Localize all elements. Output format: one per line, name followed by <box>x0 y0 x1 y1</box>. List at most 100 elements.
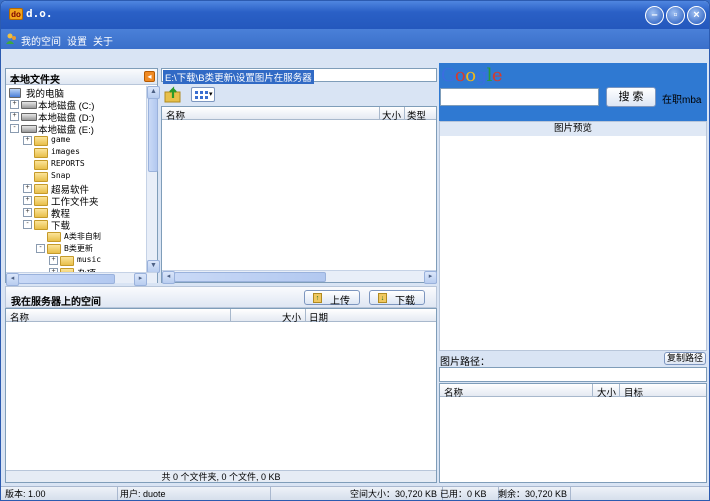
status-bar: 版本: 1.00 用户: duote 空间大小：30,720 KB 已用：0 K… <box>1 486 709 500</box>
folder-icon <box>34 148 48 158</box>
collapse-icon[interactable]: - <box>10 124 19 133</box>
tree-hscrollbar[interactable]: ◂ ▸ <box>6 272 157 286</box>
up-folder-icon[interactable] <box>164 86 184 104</box>
view-dropdown-icon[interactable]: ▾ <box>209 90 213 98</box>
tree-hscroll-thumb[interactable] <box>18 274 115 284</box>
expand-icon[interactable]: + <box>23 208 32 217</box>
google-search-panel: Google 搜 索 在职mba <box>439 63 707 121</box>
drive-icon <box>21 113 37 121</box>
path-text: E:\下载\B类更新\设置图片在服务器 <box>163 70 314 84</box>
status-remain: 剩余：30,720 KB <box>495 487 571 500</box>
scroll-right-icon[interactable]: ▸ <box>134 273 147 286</box>
status-version: 版本: 1.00 <box>3 487 118 500</box>
col-target[interactable]: 目标 <box>624 385 643 399</box>
download-button[interactable]: ↓ 下载 <box>369 290 425 307</box>
path-field[interactable]: E:\下载\B类更新\设置图片在服务器 <box>161 68 437 84</box>
picture-path-field[interactable] <box>439 367 707 382</box>
upload-label: 上传 <box>330 296 350 307</box>
status-used: 已用：0 KB <box>437 487 499 500</box>
drive-icon <box>21 125 37 133</box>
local-tree-title: 本地文件夹 <box>10 75 60 86</box>
col-name[interactable]: 名称 <box>166 108 185 122</box>
status-user: 用户: duote <box>117 487 271 500</box>
folder-icon <box>34 184 48 194</box>
tree-item-label: B类更新 <box>64 244 93 253</box>
collapse-icon[interactable]: - <box>36 244 45 253</box>
mba-link[interactable]: 在职mba <box>662 91 701 106</box>
folder-icon <box>34 172 48 182</box>
server-summary: 共 0 个文件夹, 0 个文件, 0 KB <box>6 470 436 482</box>
tree-item-label: REPORTS <box>51 159 85 168</box>
folder-icon <box>60 256 74 266</box>
copy-path-button[interactable]: 复制路径 <box>664 352 706 365</box>
local-tree-panel: 本地文件夹 ◂ 我的电脑 + 本地磁盘 (C:) + 本地磁盘 (D:) - 本地磁盘 (E… <box>5 68 160 286</box>
col-size[interactable]: 大小 <box>597 385 616 399</box>
local-list-header: 名称 大小 类型 <box>162 107 436 122</box>
folder-icon <box>34 160 48 170</box>
app-window: do d.o. – ▫ × 我的空间 设置 关于 本地文件夹 ◂ 我的电脑 + 本地… <box>0 0 710 501</box>
server-list-header: 名称 大小 日期 <box>6 309 436 324</box>
tree-item-label: game <box>51 135 71 144</box>
local-tree-header: 本地文件夹 ◂ <box>6 69 157 86</box>
collapse-panel-icon[interactable]: ◂ <box>144 71 155 82</box>
tree-vscrollbar[interactable]: ▲ ▼ <box>146 86 160 273</box>
app-logo-icon: do <box>9 8 23 20</box>
expand-icon[interactable]: + <box>23 196 32 205</box>
title-bar: do d.o. – ▫ × <box>1 1 709 29</box>
picture-preview-panel: 图片预览 <box>439 121 707 351</box>
google-logo: Google <box>441 65 503 86</box>
drive-icon <box>21 101 37 109</box>
view-mode-icon[interactable]: ▾ <box>191 87 215 102</box>
collapse-icon[interactable]: - <box>23 220 32 229</box>
local-hscroll-thumb[interactable] <box>174 272 326 282</box>
local-toolbar: ▾ <box>161 84 437 105</box>
preview-title: 图片预览 <box>440 122 706 136</box>
computer-icon <box>9 88 21 98</box>
tree-item-label: images <box>51 147 80 156</box>
google-search-button[interactable]: 搜 索 <box>606 87 656 107</box>
tree-vscroll-thumb[interactable] <box>148 98 158 172</box>
download-label: 下载 <box>395 296 415 307</box>
tree-item-label: Snap <box>51 171 71 180</box>
expand-icon[interactable]: + <box>10 100 19 109</box>
server-file-list: 名称 大小 日期 共 0 个文件夹, 0 个文件, 0 KB <box>5 308 437 483</box>
menu-bar: 我的空间 设置 关于 <box>1 29 709 49</box>
picture-list-header: 名称 大小 目标 <box>440 384 706 399</box>
menu-my-space[interactable]: 我的空间 <box>21 33 61 48</box>
expand-icon[interactable]: + <box>23 184 32 193</box>
col-size[interactable]: 大小 <box>382 108 401 122</box>
maximize-icon[interactable]: ▫ <box>666 6 685 25</box>
local-hscrollbar[interactable]: ◂ ▸ <box>162 270 437 284</box>
folder-icon <box>34 208 48 218</box>
folder-tree: 我的电脑 + 本地磁盘 (C:) + 本地磁盘 (D:) - 本地磁盘 (E:) + game i… <box>6 86 146 272</box>
expand-icon[interactable]: + <box>23 136 32 145</box>
col-type[interactable]: 类型 <box>407 108 426 122</box>
scroll-right-icon[interactable]: ▸ <box>424 271 437 284</box>
folder-icon <box>34 220 48 230</box>
upload-icon: ↑ <box>313 293 322 303</box>
col-size[interactable]: 大小 <box>282 310 301 324</box>
col-date[interactable]: 日期 <box>309 310 328 324</box>
tree-item-label: 下载 <box>51 221 71 232</box>
tree-item-label: music <box>77 255 102 264</box>
user-icon <box>6 33 17 44</box>
server-title: 我在服务器上的空间 <box>11 297 101 308</box>
tree-item-label: 本地磁盘 (E:) <box>38 125 94 136</box>
menu-settings[interactable]: 设置 <box>67 33 87 48</box>
server-header: 我在服务器上的空间 ↑ 上传 ↓ 下载 <box>5 286 437 308</box>
folder-icon <box>47 232 61 242</box>
picture-path-label: 图片路径： <box>440 357 490 368</box>
upload-button[interactable]: ↑ 上传 <box>304 290 360 307</box>
minimize-icon[interactable]: – <box>645 6 664 25</box>
window-title: d.o. <box>26 7 53 20</box>
col-name[interactable]: 名称 <box>444 385 463 399</box>
picture-path-bar: 图片路径： 复制路径 <box>439 352 707 368</box>
col-name[interactable]: 名称 <box>10 310 29 324</box>
status-space: 空间大小：30,720 KB <box>267 487 443 500</box>
menu-about[interactable]: 关于 <box>93 33 113 48</box>
google-search-input[interactable] <box>440 88 599 106</box>
expand-icon[interactable]: + <box>10 112 19 121</box>
expand-icon[interactable]: + <box>49 256 58 265</box>
close-icon[interactable]: × <box>687 6 706 25</box>
folder-icon <box>47 244 61 254</box>
